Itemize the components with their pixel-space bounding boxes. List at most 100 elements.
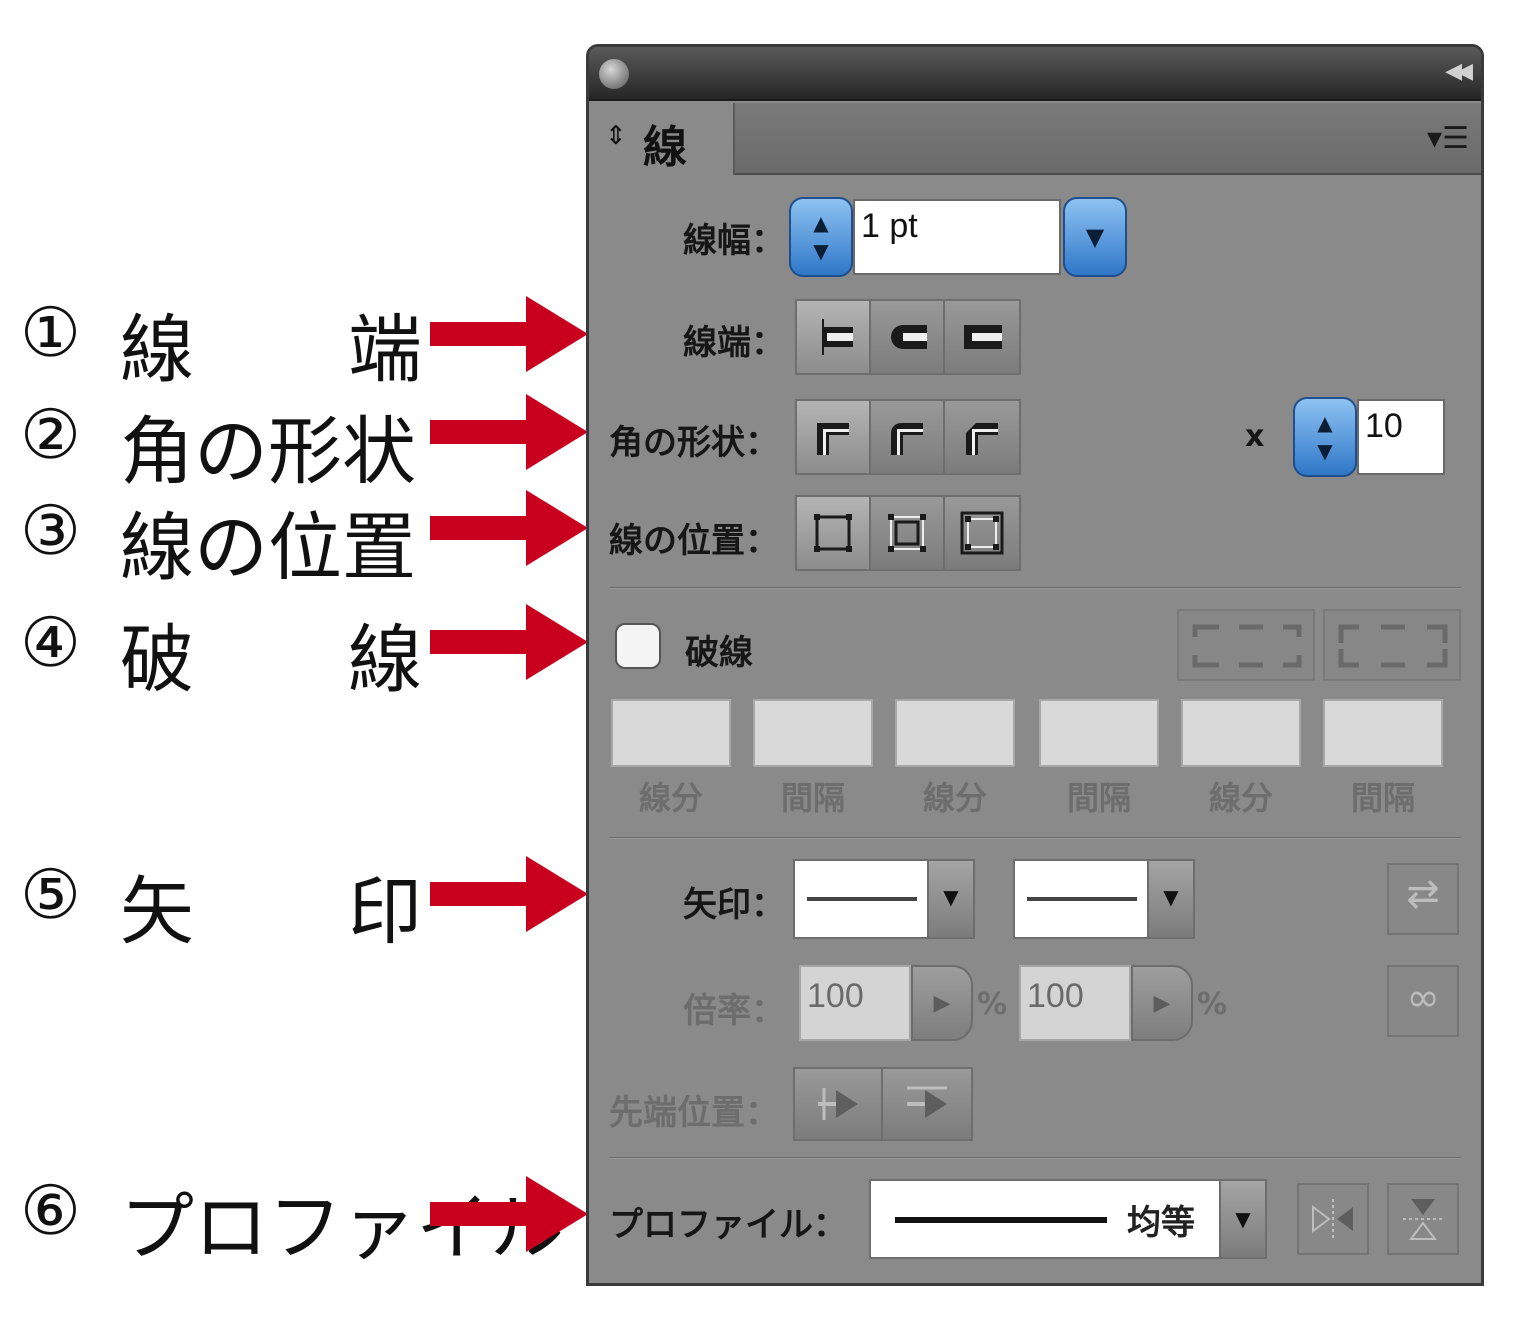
bevel-join-icon: [966, 423, 998, 455]
dashed-line-label: 破線: [685, 633, 753, 673]
flip-horizontal-button[interactable]: [1297, 1183, 1369, 1255]
arrow-align-label: 先端位置：: [609, 1093, 779, 1133]
preserve-dash-button[interactable]: [1177, 609, 1315, 681]
miter-join-button[interactable]: [797, 401, 871, 473]
align-outside-button[interactable]: [945, 497, 1019, 569]
gap-field[interactable]: [753, 699, 873, 767]
annotation-corner: ② 角の形状: [20, 392, 420, 495]
align-center-button[interactable]: [797, 497, 871, 569]
close-icon[interactable]: [599, 59, 629, 89]
weight-dropdown-button[interactable]: ▼: [1063, 197, 1127, 277]
divider: [609, 1157, 1461, 1159]
place-arrow-button[interactable]: [883, 1069, 971, 1139]
gap-field[interactable]: [1323, 699, 1443, 767]
arrow-icon: [430, 1176, 588, 1252]
extend-arrow-icon: [818, 1088, 858, 1120]
dash-field[interactable]: [895, 699, 1015, 767]
tab-stroke[interactable]: ⇕ 線: [589, 103, 735, 175]
collapse-icon[interactable]: ◀◀: [1445, 59, 1473, 84]
end-scale-input[interactable]: 100: [1019, 965, 1131, 1041]
up-arrow-icon[interactable]: ▲: [791, 211, 851, 235]
miter-limit-prefix: x: [1245, 419, 1265, 454]
flip-vertical-button[interactable]: [1387, 1183, 1459, 1255]
extend-arrow-button[interactable]: [795, 1069, 883, 1139]
align-dash-corners-button[interactable]: [1323, 609, 1461, 681]
flip-vertical-icon: [1403, 1199, 1443, 1240]
gap-field[interactable]: [1039, 699, 1159, 767]
profile-label: プロファイル：: [609, 1205, 847, 1245]
bevel-join-button[interactable]: [945, 401, 1019, 473]
annotation-align: ③ 線の位置: [20, 488, 420, 591]
annotation-number: ②: [20, 396, 81, 475]
miter-limit-input[interactable]: 10: [1357, 399, 1445, 475]
gap-field-label: 間隔: [1350, 779, 1415, 817]
corner-button-group: [795, 399, 1021, 475]
miter-limit-stepper[interactable]: ▲ ▼: [1293, 397, 1357, 477]
align-inside-button[interactable]: [871, 497, 945, 569]
dash-field-label: 線分: [922, 779, 987, 817]
arrow-icon: [430, 856, 588, 932]
chevron-down-icon[interactable]: ▼: [1147, 861, 1193, 937]
annotation-text: 矢: [120, 869, 194, 955]
align-inside-icon: [888, 514, 926, 552]
swap-arrowheads-icon[interactable]: ⇄: [1387, 863, 1459, 935]
arrow-align-button-group: [793, 1067, 973, 1141]
dash-field-label: 線分: [1208, 779, 1273, 817]
annotation-text: 角の形状: [120, 409, 416, 495]
arrow-icon: [430, 394, 588, 470]
dashed-line-checkbox[interactable]: [615, 623, 661, 669]
weight-input[interactable]: 1 pt: [853, 199, 1061, 275]
up-arrow-icon[interactable]: ▲: [1295, 411, 1355, 435]
align-center-icon: [814, 514, 852, 552]
weight-stepper[interactable]: ▲ ▼: [789, 197, 853, 277]
butt-cap-button[interactable]: [797, 301, 871, 373]
profile-select[interactable]: 均等 ▼: [869, 1179, 1267, 1259]
annotation-cap: ① 線 端: [20, 290, 422, 393]
annotation-number: ⑤: [20, 856, 81, 935]
divider: [609, 587, 1461, 589]
dash-field[interactable]: [1181, 699, 1301, 767]
scale-label: 倍率：: [683, 991, 785, 1031]
annotation-profile: ⑥ プロファイル: [20, 1168, 564, 1271]
panel-titlebar[interactable]: ◀◀: [589, 47, 1481, 101]
play-arrow-icon[interactable]: ▶: [911, 965, 973, 1041]
place-arrow-icon: [907, 1086, 947, 1118]
dash-field[interactable]: [611, 699, 731, 767]
link-icon[interactable]: ∞: [1387, 965, 1459, 1037]
align-button-group: [795, 495, 1021, 571]
start-scale-input[interactable]: 100: [799, 965, 911, 1041]
annotation-number: ④: [20, 604, 81, 683]
projecting-cap-button[interactable]: [945, 301, 1019, 373]
divider: [609, 837, 1461, 839]
cap-label: 線端：: [683, 323, 785, 363]
start-arrowhead-select[interactable]: ▼: [793, 859, 975, 939]
annotation-dashed: ④ 破 線: [20, 600, 422, 703]
profile-line-preview: [895, 1217, 1107, 1223]
end-arrowhead-select[interactable]: ▼: [1013, 859, 1195, 939]
align-dash-corners-icon: [1338, 624, 1448, 668]
round-cap-icon: [891, 325, 927, 349]
align-label: 線の位置：: [609, 521, 779, 561]
annotation-number: ⑥: [20, 1172, 81, 1251]
arrow-icon: [430, 490, 588, 566]
gap-field-label: 間隔: [1066, 779, 1131, 817]
arrowhead-line-preview: [1027, 897, 1137, 901]
chevron-down-icon[interactable]: ▼: [927, 861, 973, 937]
annotation-text: 破: [120, 617, 194, 703]
play-arrow-icon[interactable]: ▶: [1131, 965, 1193, 1041]
arrowhead-line-preview: [807, 897, 917, 901]
preserve-dash-icon: [1192, 624, 1302, 668]
corner-label: 角の形状：: [609, 423, 779, 463]
percent-sign: %: [1197, 987, 1228, 1022]
panel-menu-icon[interactable]: ▾☰: [1427, 121, 1469, 156]
round-join-button[interactable]: [871, 401, 945, 473]
down-arrow-icon[interactable]: ▼: [1295, 439, 1355, 463]
updown-chevron-icon[interactable]: ⇕: [605, 121, 627, 151]
annotation-number: ③: [20, 492, 81, 571]
chevron-down-icon[interactable]: ▼: [1219, 1181, 1265, 1257]
round-cap-button[interactable]: [871, 301, 945, 373]
down-arrow-icon[interactable]: ▼: [791, 239, 851, 263]
annotation-arrowheads: ⑤ 矢 印: [20, 852, 422, 955]
arrow-icon: [430, 604, 588, 680]
arrowheads-label: 矢印：: [683, 885, 785, 925]
